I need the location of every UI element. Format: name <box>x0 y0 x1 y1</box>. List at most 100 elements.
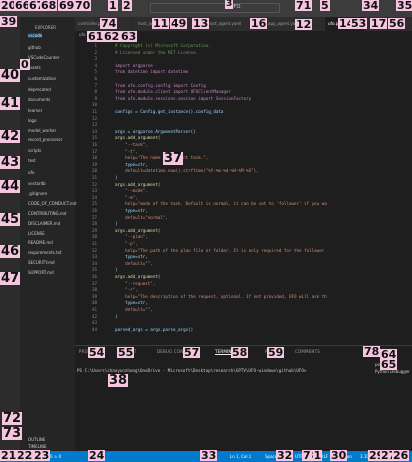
explorer-item[interactable]: customization <box>28 76 56 81</box>
editor-tab[interactable]: app_agent.yaml <box>265 17 323 31</box>
overlay-marker: 30 <box>330 449 348 462</box>
outline-section[interactable]: OUTLINE <box>28 437 45 442</box>
code-text: help="mode of the task. Default is norma… <box>115 201 327 207</box>
line-number: 24 <box>91 194 97 200</box>
overlay-marker: 44 <box>0 179 21 194</box>
code-line: 24 "-m", <box>75 195 412 201</box>
code-text: type=str, <box>115 300 148 306</box>
explorer-item[interactable]: SUPPORT.md <box>28 270 54 275</box>
code-line: 14 args = argparse.ArgumentParser() <box>75 129 412 135</box>
line-number: 11 <box>91 109 97 114</box>
explorer-item[interactable]: LICENSE <box>28 231 45 236</box>
code-line: 1 # Copyright (c) Microsoft Corporation. <box>75 43 412 49</box>
code-editor[interactable]: 1 # Copyright (c) Microsoft Corporation. 2… <box>75 41 412 341</box>
code-text: default="", <box>115 260 153 266</box>
explorer-item[interactable]: SECURITY.md <box>28 260 55 265</box>
code-text: from datetime import datetime <box>115 69 189 75</box>
line-number: 37 <box>91 280 97 286</box>
line-number: 43 <box>91 320 97 326</box>
explorer-item[interactable]: documents <box>28 97 50 102</box>
code-text: from ufo.module.sessions.session import … <box>115 95 252 101</box>
explorer-item[interactable]: ufo <box>28 170 34 175</box>
code-text: help="The description of the request, op… <box>115 293 327 299</box>
overlay-marker: 26 <box>392 449 410 462</box>
explorer-item[interactable]: test <box>28 158 36 163</box>
overlay-marker: 62 <box>103 30 121 43</box>
explorer-item[interactable]: scripts <box>28 148 41 153</box>
explorer-item[interactable]: .gitignore <box>28 191 47 196</box>
bottom-panel: PS C:\Users\chaoyunzhang\OneDrive - Micr… <box>75 345 412 451</box>
code-text: args.add_argument( <box>115 135 161 141</box>
line-number: 18 <box>91 155 97 161</box>
line-number: 29 <box>91 227 97 233</box>
overlay-marker: 3 <box>225 0 234 9</box>
code-line: 10 <box>75 102 412 108</box>
explorer-item[interactable]: deprecated <box>28 87 51 92</box>
explorer-item[interactable]: learner <box>28 108 42 113</box>
explorer-item[interactable]: VSCodeCounter <box>28 55 60 60</box>
explorer-item[interactable]: model_worker <box>28 128 56 133</box>
explorer-item[interactable]: assets <box>28 65 41 70</box>
overlay-marker: 5 <box>320 0 330 12</box>
overlay-marker: 61 <box>87 30 105 43</box>
code-line: 34 default="", <box>75 261 412 267</box>
code-line: 22 args.add_argument( <box>75 182 412 188</box>
overlay-marker: 73 <box>2 426 23 441</box>
explorer-item[interactable]: vectordb <box>28 181 46 186</box>
overlay-marker: 11 <box>152 17 170 30</box>
overlay-marker: 40 <box>0 68 21 83</box>
overlay-marker: 17 <box>370 17 388 30</box>
code-line: 15 args.add_argument( <box>75 135 412 141</box>
breadcrumb-folder[interactable]: ufo <box>79 32 85 37</box>
explorer-item[interactable]: README.md <box>28 240 53 245</box>
overlay-marker: 55 <box>117 346 135 359</box>
overlay-marker: 53 <box>350 17 368 30</box>
overlay-marker: 35 <box>396 0 412 12</box>
explorer-item[interactable]: vscode <box>28 33 43 38</box>
explorer-item[interactable]: CONTRIBUTING.md <box>28 211 66 216</box>
overlay-marker: 1 <box>108 0 118 12</box>
explorer-item[interactable]: DISCLAIMER.md <box>28 221 60 226</box>
code-line: 11 configs = Config.get_instance().config… <box>75 109 412 115</box>
command-center[interactable] <box>150 3 280 13</box>
code-line: 26 type=str, <box>75 208 412 214</box>
line-number: 6 <box>94 76 97 81</box>
code-text: parsed_args = args.parse_args() <box>115 326 194 332</box>
code-text: default="normal", <box>115 214 168 220</box>
line-number: 41 <box>91 307 97 312</box>
code-line: 6 <box>75 76 412 82</box>
explorer-item[interactable]: CODE_OF_CONDUCT.md <box>28 201 76 206</box>
code-line: 23 "--mode", <box>75 188 412 194</box>
line-number: 33 <box>91 254 97 260</box>
line-number: 30 <box>91 234 97 240</box>
panel-tab[interactable]: COMMENTS <box>295 349 320 354</box>
overlay-marker: 43 <box>0 155 21 170</box>
overlay-marker: 24 <box>88 449 106 462</box>
code-text: type=str, <box>115 161 148 167</box>
overlay-marker: 68 <box>40 0 58 12</box>
line-number: 36 <box>91 274 97 279</box>
code-line: 27 default="normal", <box>75 215 412 221</box>
line-number: 21 <box>91 175 97 180</box>
line-number: 34 <box>91 260 97 266</box>
status-item[interactable]: 0 ⚠ 0 <box>50 453 61 460</box>
line-number: 23 <box>91 188 97 194</box>
explorer-item[interactable]: requirements.txt <box>28 250 62 255</box>
line-number: 5 <box>94 69 97 75</box>
line-number: 9 <box>94 95 97 101</box>
status-item[interactable]: Ln 1, Col 1 <box>230 453 251 460</box>
explorer-item[interactable]: logo <box>28 118 37 123</box>
overlay-marker: 56 <box>388 17 406 30</box>
code-line: 20 default=datetime.now().strftime("%Y-%… <box>75 168 412 174</box>
code-line: 37 "--request", <box>75 281 412 287</box>
line-number: 16 <box>91 142 97 147</box>
overlay-marker: 7 <box>302 449 312 462</box>
overlay-marker: 74 <box>100 17 118 30</box>
code-line: 8 from ufo.module.client import UFOClient… <box>75 89 412 95</box>
explorer-item[interactable]: record_processor <box>28 137 62 142</box>
code-text: from ufo.module.client import UFOClientM… <box>115 89 231 95</box>
explorer-item[interactable]: github <box>28 45 41 50</box>
overlay-marker: 39 <box>0 15 18 28</box>
line-number: 19 <box>91 161 97 167</box>
overlay-marker: 71 <box>295 0 313 12</box>
